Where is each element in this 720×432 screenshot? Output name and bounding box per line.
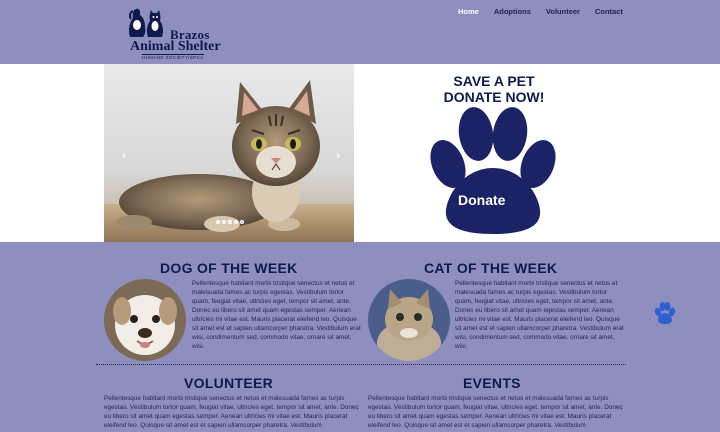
events-title: EVENTS xyxy=(463,375,521,391)
paw-donate-icon[interactable] xyxy=(428,106,558,234)
events-text: Pellentesque habitant morbi tristique se… xyxy=(368,395,623,429)
slider-next-arrow[interactable]: › xyxy=(336,148,340,162)
cat-photo[interactable] xyxy=(368,279,450,361)
dog-photo[interactable] xyxy=(104,279,186,361)
cat-of-week-text: Pellentesque habitant morbi tristique se… xyxy=(455,280,624,350)
main-nav: Home Adoptions Volunteer Contact xyxy=(458,7,638,16)
dog-of-week-title: DOG OF THE WEEK xyxy=(160,260,298,276)
cat-of-week-title: CAT OF THE WEEK xyxy=(424,260,558,276)
dog-of-week-text: Pellentesque habitant morbi tristique se… xyxy=(192,280,361,350)
bulldog-image xyxy=(104,279,186,361)
slider-dots xyxy=(216,220,246,224)
logo-tagline: HUMANE SOCIETY/SPCA xyxy=(142,54,204,60)
logo-text-animal-shelter: Animal Shelter xyxy=(130,39,221,54)
nav-home[interactable]: Home xyxy=(458,7,479,16)
volunteer-text: Pellentesque habitant morbi tristique se… xyxy=(104,395,359,429)
site-header: Brazos Animal Shelter HUMANE SOCIETY/SPC… xyxy=(0,0,720,64)
kitten-image xyxy=(368,279,450,361)
volunteer-title: VOLUNTEER xyxy=(184,375,274,391)
nav-contact[interactable]: Contact xyxy=(595,7,623,16)
dog-cat-logo-icon xyxy=(128,8,164,37)
image-slider[interactable]: ‹ › xyxy=(104,64,354,242)
slider-dot-2[interactable] xyxy=(222,220,226,224)
hero-banner: ‹ › SAVE A PET DONATE NOW! Donate xyxy=(0,64,720,242)
slider-dot-4[interactable] xyxy=(234,220,238,224)
section-divider xyxy=(96,364,626,365)
slider-dot-5[interactable] xyxy=(240,220,244,224)
site-logo[interactable]: Brazos Animal Shelter HUMANE SOCIETY/SPC… xyxy=(124,3,226,60)
donate-heading-line1: SAVE A PET xyxy=(453,73,535,89)
slider-dot-3[interactable] xyxy=(228,220,232,224)
nav-volunteer[interactable]: Volunteer xyxy=(546,7,580,16)
paw-icon[interactable] xyxy=(654,302,676,324)
slider-dot-1[interactable] xyxy=(216,220,220,224)
donate-banner[interactable]: SAVE A PET DONATE NOW! Donate xyxy=(354,64,636,242)
donate-heading-line2: DONATE NOW! xyxy=(443,89,545,105)
kitten-photo xyxy=(104,80,354,242)
donate-button[interactable]: Donate xyxy=(458,192,505,208)
nav-adoptions[interactable]: Adoptions xyxy=(494,7,531,16)
slider-prev-arrow[interactable]: ‹ xyxy=(122,148,126,162)
